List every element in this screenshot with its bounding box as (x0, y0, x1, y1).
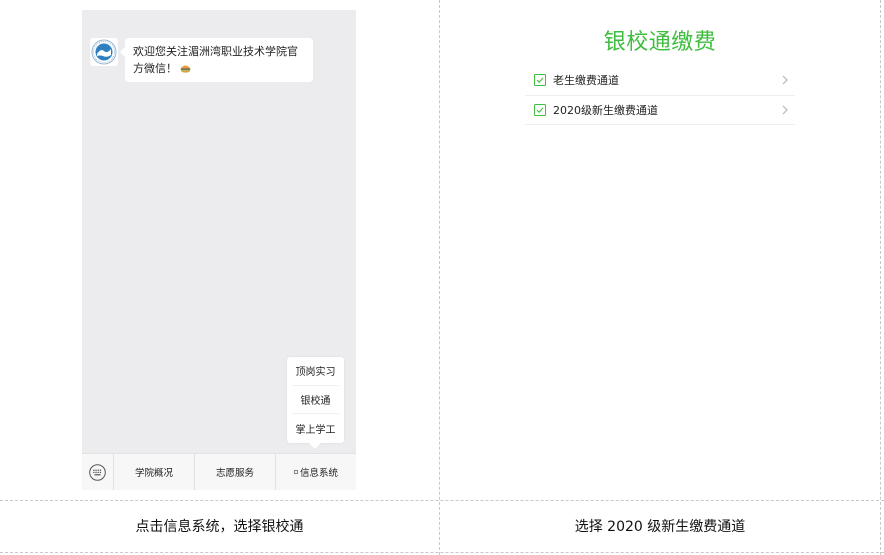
chevron-right-icon (782, 105, 788, 115)
checkbox-icon (534, 103, 546, 116)
menu-item-volunteer-service[interactable]: 志愿服务 (195, 454, 276, 490)
table-right-border (880, 0, 881, 555)
step-caption-left: 点击信息系统，选择银校通 (135, 519, 304, 535)
welcome-message-text: 欢迎您关注湄洲湾职业技术学院官方微信！ (133, 45, 298, 75)
payment-channel-label: 2020级新生缴费通道 (553, 103, 658, 117)
step-caption-right: 选择 2020 级新生缴费通道 (574, 519, 746, 535)
submenu-item-student-affairs[interactable]: 掌上学工 (292, 414, 339, 443)
document-page: 欢迎您关注湄洲湾职业技术学院官方微信！ 顶岗实习 银校通 掌上学工 学院概况 志… (0, 0, 884, 555)
hamburger-emoji-icon (180, 65, 191, 73)
keyboard-icon (89, 463, 106, 481)
menu-item-college-overview[interactable]: 学院概况 (114, 454, 195, 490)
submenu-indicator-icon (293, 470, 298, 474)
checkbox-icon (534, 74, 546, 87)
menu-item-info-system[interactable]: 信息系统 (276, 454, 356, 490)
menu-item-info-system-label: 信息系统 (299, 468, 338, 479)
submenu-item-internship[interactable]: 顶岗实习 (292, 357, 339, 386)
table-bottom-border (0, 552, 884, 553)
payment-channel-label: 老生缴费通道 (553, 74, 619, 88)
info-system-submenu: 顶岗实习 银校通 掌上学工 (287, 357, 344, 448)
submenu-item-bank-school-link[interactable]: 银校通 (292, 386, 339, 414)
payment-channel-new-students-2020[interactable]: 2020级新生缴费通道 (525, 96, 795, 125)
college-logo-avatar[interactable] (90, 38, 118, 66)
college-logo-icon (91, 39, 117, 65)
keyboard-toggle-button[interactable] (82, 454, 114, 490)
chevron-right-icon (782, 75, 788, 85)
payment-channel-returning-students[interactable]: 老生缴费通道 (525, 66, 795, 96)
welcome-message-bubble: 欢迎您关注湄洲湾职业技术学院官方微信！ (120, 38, 313, 82)
payment-channel-list: 老生缴费通道 2020级新生缴费通道 (525, 66, 795, 125)
payment-page-title: 银校通缴费 (603, 30, 717, 55)
wechat-chat-screen: 欢迎您关注湄洲湾职业技术学院官方微信！ 顶岗实习 银校通 掌上学工 学院概况 志… (82, 10, 356, 490)
official-account-menu-bar: 学院概况 志愿服务 信息系统 (82, 453, 356, 490)
column-divider (439, 0, 440, 555)
